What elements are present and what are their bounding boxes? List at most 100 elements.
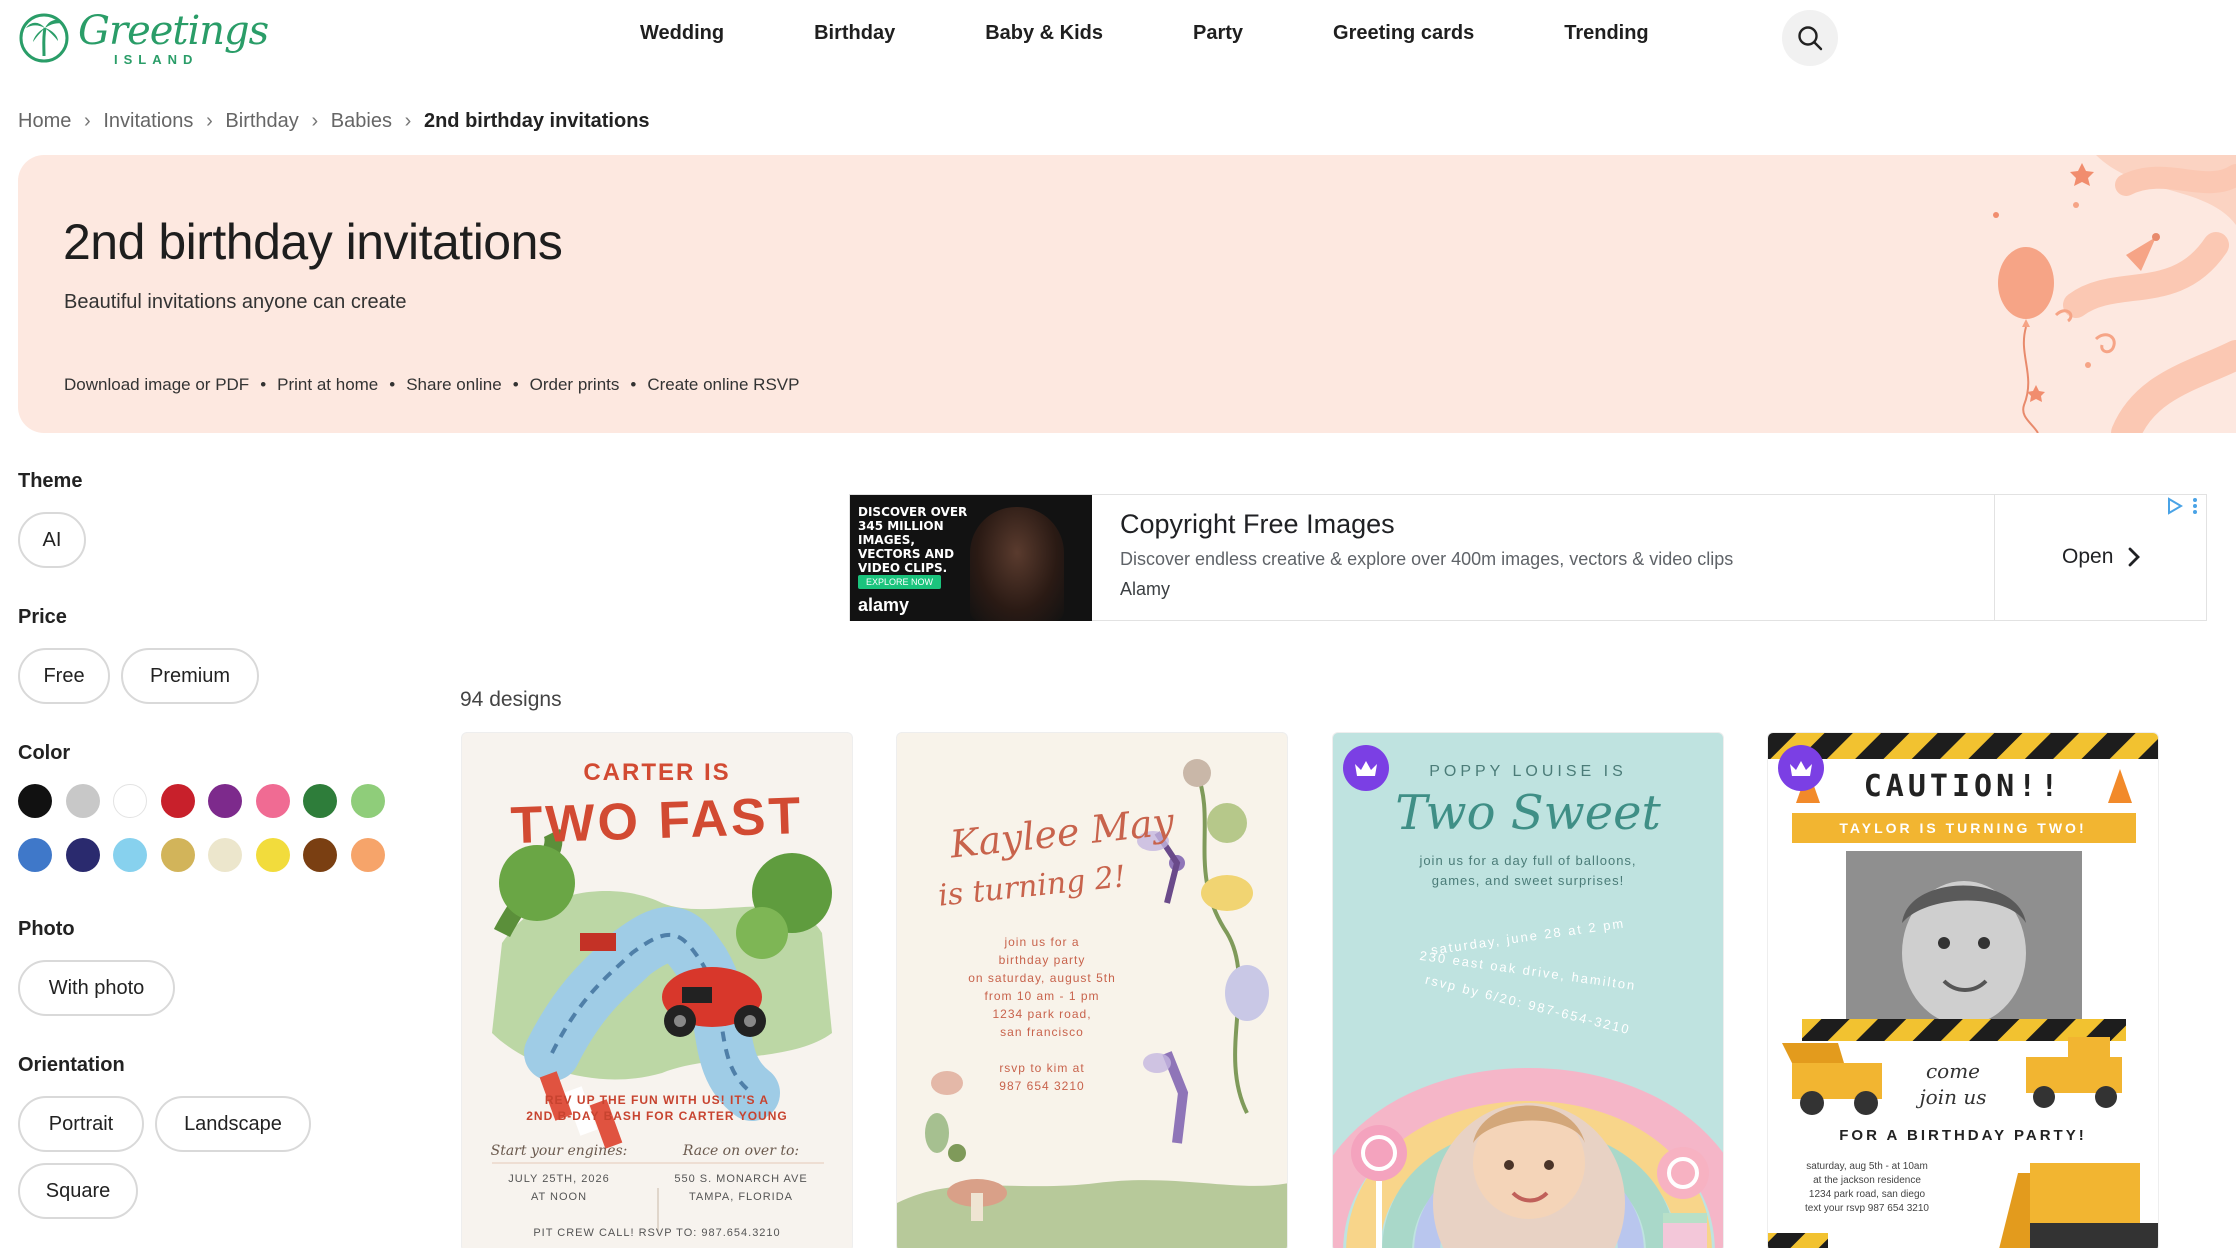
- card-detail: birthday party: [998, 953, 1086, 967]
- chevron-right-icon: ›: [404, 110, 412, 132]
- color-swatch[interactable]: [160, 784, 195, 818]
- color-swatch[interactable]: [255, 838, 290, 872]
- color-swatch[interactable]: [18, 784, 52, 818]
- card-detail: san francisco: [1000, 1025, 1084, 1039]
- color-swatch[interactable]: [208, 784, 242, 818]
- nav-wedding[interactable]: Wedding: [640, 22, 724, 45]
- chevron-right-icon: [2128, 547, 2141, 567]
- design-card-caution[interactable]: CAUTION!! TAYLOR IS TURNING TWO! come jo…: [1767, 732, 2159, 1248]
- palm-tree-icon: [19, 13, 69, 63]
- color-swatch[interactable]: [208, 838, 242, 872]
- filter-price-label: Price: [18, 606, 67, 628]
- ad-open-button[interactable]: Open: [2062, 545, 2145, 569]
- ad-image-cta: EXPLORE NOW: [858, 575, 942, 589]
- nav-greeting-cards[interactable]: Greeting cards: [1333, 22, 1474, 45]
- breadcrumb-current: 2nd birthday invitations: [423, 110, 650, 132]
- color-swatch[interactable]: [160, 838, 195, 872]
- ad-image[interactable]: DISCOVER OVER 345 MILLION IMAGES, VECTOR…: [850, 495, 1092, 621]
- ad-description: Discover endless creative & explore over…: [1120, 549, 1734, 569]
- filter-theme-label: Theme: [18, 470, 83, 492]
- sponsored-ad[interactable]: DISCOVER OVER 345 MILLION IMAGES, VECTOR…: [849, 494, 2207, 621]
- breadcrumb-home[interactable]: Home: [18, 110, 71, 133]
- ad-title[interactable]: Copyright Free Images: [1120, 509, 1395, 540]
- filter-orientation-portrait[interactable]: Portrait: [18, 1096, 144, 1152]
- breadcrumb: Home › Invitations › Birthday › Babies ›…: [18, 110, 650, 133]
- feature-item: Print at home: [277, 375, 379, 394]
- chevron-right-icon: ›: [84, 110, 91, 132]
- filter-orientation-landscape[interactable]: Landscape: [155, 1096, 311, 1152]
- card-detail: saturday, aug 5th - at 10am: [1806, 1161, 1928, 1172]
- hero-banner: 2nd birthday invitations Beautiful invit…: [18, 155, 2236, 433]
- card-footer: PIT CREW CALL! RSVP TO: 987.654.3210: [533, 1227, 781, 1239]
- bullet-separator: •: [260, 375, 267, 394]
- color-swatch[interactable]: [350, 838, 385, 872]
- card-line-2: 2ND B-DAY BASH FOR CARTER YOUNG: [526, 1109, 788, 1123]
- card-rsvp: rsvp to kim at: [999, 1061, 1085, 1075]
- card-detail: on saturday, august 5th: [968, 971, 1116, 985]
- color-swatch[interactable]: [65, 838, 100, 872]
- card-detail: at the jackson residence: [1813, 1175, 1921, 1186]
- feature-item: Download image or PDF: [64, 375, 250, 394]
- filter-photo-label: Photo: [18, 918, 75, 940]
- color-swatch[interactable]: [350, 784, 385, 818]
- color-swatch[interactable]: [303, 784, 337, 818]
- ad-advertiser: Alamy: [1120, 579, 1171, 599]
- feature-item: Order prints: [529, 375, 620, 394]
- bullet-separator: •: [512, 375, 519, 394]
- breadcrumb-babies[interactable]: Babies: [331, 110, 392, 133]
- page-subtitle: Beautiful invitations anyone can create: [64, 291, 407, 313]
- color-swatch[interactable]: [113, 784, 147, 818]
- card-right-city: TAMPA, FLORIDA: [688, 1191, 794, 1203]
- filter-color-label: Color: [18, 742, 71, 764]
- design-card-kaylee-may[interactable]: Kaylee May is turning 2! join us for a b…: [896, 732, 1288, 1248]
- ad-choices[interactable]: [2166, 497, 2200, 515]
- card-detail: 1234 park road, san diego: [1808, 1189, 1926, 1200]
- nav-trending[interactable]: Trending: [1564, 22, 1648, 45]
- site-logo[interactable]: Greetings ISLAND: [16, 8, 269, 67]
- ad-open-label: Open: [2062, 545, 2114, 568]
- filter-orientation-square[interactable]: Square: [18, 1163, 138, 1219]
- card-banner: TAYLOR IS TURNING TWO!: [1839, 820, 2087, 836]
- feature-item: Share online: [406, 375, 502, 394]
- filter-with-photo[interactable]: With photo: [18, 960, 175, 1016]
- filter-theme-ai[interactable]: AI: [18, 512, 86, 568]
- card-top: POPPY LOUISE IS: [1429, 763, 1627, 780]
- color-swatch[interactable]: [65, 784, 100, 818]
- color-swatch[interactable]: [113, 838, 147, 872]
- card-sub-2: games, and sweet surprises!: [1431, 873, 1625, 888]
- design-card-two-fast[interactable]: CARTER IS TWO FAST REV UP THE FUN WITH U…: [461, 732, 853, 1248]
- card-title: Two Sweet: [1395, 785, 1661, 841]
- logo-subtext: ISLAND: [114, 52, 199, 67]
- bullet-separator: •: [630, 375, 637, 394]
- page-title: 2nd birthday invitations: [63, 214, 563, 270]
- card-rsvp: 987 654 3210: [999, 1079, 1085, 1093]
- card-right-address: 550 S. MONARCH AVE: [674, 1173, 808, 1185]
- ad-image-text: DISCOVER OVER 345 MILLION IMAGES, VECTOR…: [858, 505, 968, 575]
- color-swatch[interactable]: [18, 838, 52, 872]
- card-heading-small: CARTER IS: [583, 759, 731, 786]
- filter-price-free[interactable]: Free: [18, 648, 110, 704]
- color-swatch[interactable]: [303, 838, 337, 872]
- more-vertical-icon: [2193, 498, 2197, 514]
- nav-baby-kids[interactable]: Baby & Kids: [985, 22, 1103, 45]
- main-nav: Wedding Birthday Baby & Kids Party Greet…: [640, 22, 1709, 45]
- feature-list: Download image or PDF • Print at home • …: [64, 375, 799, 395]
- color-swatch[interactable]: [255, 784, 290, 818]
- party-balloon-illustration: [1993, 155, 2236, 433]
- breadcrumb-invitations[interactable]: Invitations: [103, 110, 193, 133]
- search-button[interactable]: [1782, 10, 1838, 66]
- ad-portrait: [970, 507, 1064, 621]
- filter-price-premium[interactable]: Premium: [121, 648, 259, 704]
- search-icon: [1798, 26, 1823, 51]
- card-script-1: come: [1925, 1059, 1981, 1083]
- breadcrumb-birthday[interactable]: Birthday: [225, 110, 298, 133]
- card-cta: FOR A BIRTHDAY PARTY!: [1839, 1127, 2087, 1144]
- adchoices-icon: [2168, 497, 2183, 515]
- design-card-two-sweet[interactable]: POPPY LOUISE IS Two Sweet join us for a …: [1332, 732, 1724, 1248]
- nav-birthday[interactable]: Birthday: [814, 22, 895, 45]
- bullet-separator: •: [389, 375, 396, 394]
- card-title: CAUTION!!: [1863, 769, 2063, 804]
- logo-wordmark: Greetings: [78, 8, 269, 54]
- card-detail: join us for a: [1004, 935, 1080, 949]
- nav-party[interactable]: Party: [1193, 22, 1243, 45]
